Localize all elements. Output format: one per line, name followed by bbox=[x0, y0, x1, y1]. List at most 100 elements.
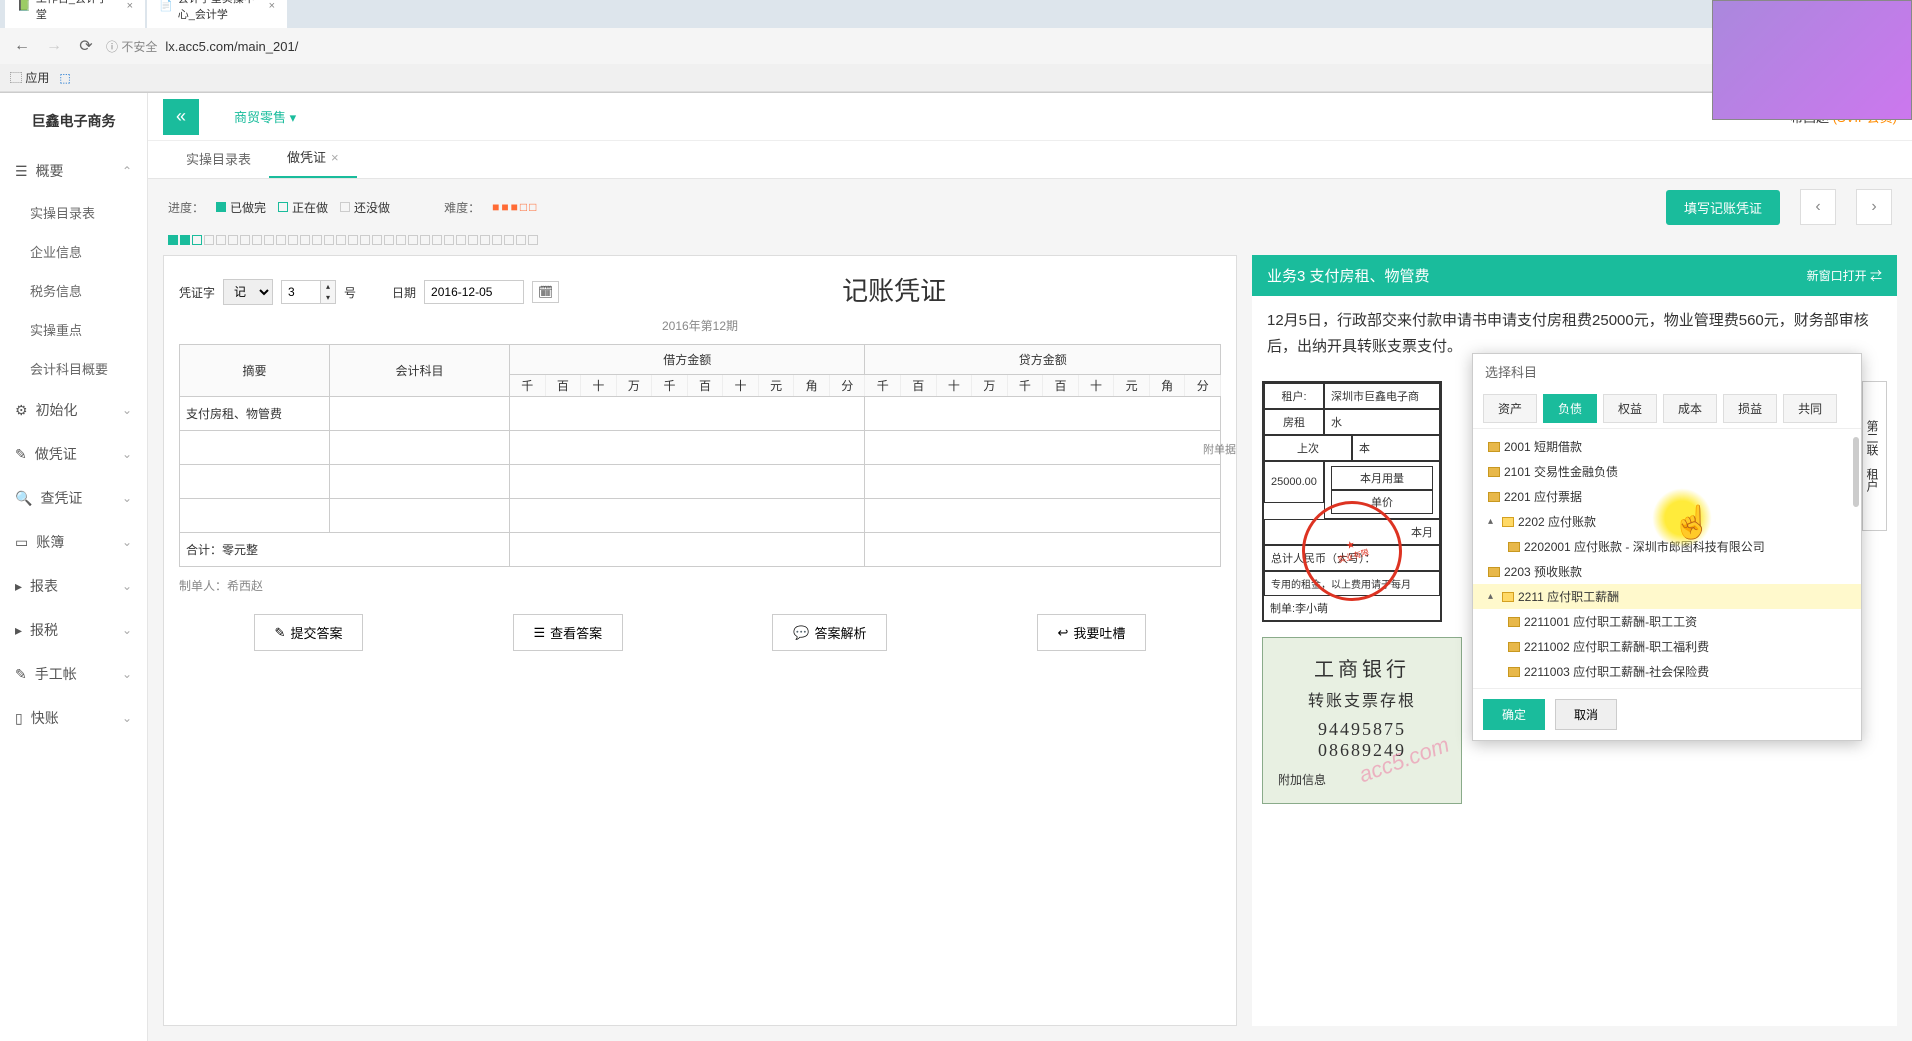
sidebar-section[interactable]: ▭账簿⌄ bbox=[0, 520, 147, 564]
tab-catalog[interactable]: 实操目录表 bbox=[168, 139, 269, 178]
tree-item[interactable]: 2201 应付票据 bbox=[1473, 484, 1861, 509]
ok-button[interactable]: 确定 bbox=[1483, 699, 1545, 730]
next-button[interactable]: › bbox=[1856, 189, 1892, 225]
summary-cell[interactable]: 支付房租、物管费 bbox=[180, 397, 330, 431]
sidebar-section[interactable]: ⚙初始化⌄ bbox=[0, 388, 147, 432]
sidebar-item[interactable]: 实操目录表 bbox=[0, 193, 147, 232]
sidebar-section[interactable]: ▸报税⌄ bbox=[0, 608, 147, 652]
spin-down[interactable]: ▾ bbox=[321, 292, 335, 303]
category-tab[interactable]: 权益 bbox=[1603, 394, 1657, 423]
back-button[interactable]: ← bbox=[10, 34, 34, 58]
forward-button[interactable]: → bbox=[42, 34, 66, 58]
reply-icon: ↩ bbox=[1058, 625, 1069, 641]
tree-item[interactable]: 2202001 应付账款 - 深圳市郎图科技有限公司 bbox=[1473, 534, 1861, 559]
app-container: 巨鑫电子商务 ☰概要⌃实操目录表企业信息税务信息实操重点会计科目概要⚙初始化⌄✎… bbox=[0, 93, 1912, 1041]
leaf-icon bbox=[1508, 617, 1520, 627]
explain-button[interactable]: 💬答案解析 bbox=[772, 614, 887, 651]
category-tab[interactable]: 成本 bbox=[1663, 394, 1717, 423]
view-answer-button[interactable]: ☰查看答案 bbox=[513, 614, 624, 651]
category-tab[interactable]: 共同 bbox=[1783, 394, 1837, 423]
sidebar-item[interactable]: 税务信息 bbox=[0, 271, 147, 310]
business-type-dropdown[interactable]: 商贸零售 ▾ bbox=[219, 99, 311, 134]
attach-label: 附单据 bbox=[1203, 441, 1236, 457]
tree-item[interactable]: 2001 短期借款 bbox=[1473, 434, 1861, 459]
collapse-sidebar-button[interactable]: « bbox=[163, 99, 199, 135]
voucher-char-select[interactable]: 记 bbox=[223, 279, 273, 305]
tree-label: 2211001 应付职工薪酬-职工工资 bbox=[1524, 613, 1697, 630]
sidebar-item[interactable]: 企业信息 bbox=[0, 232, 147, 271]
tree-item[interactable]: 2211004 应付职工薪酬-住房公积金 bbox=[1473, 684, 1861, 688]
table-row[interactable]: 支付房租、物管费 bbox=[180, 397, 1221, 431]
sidebar-section[interactable]: ▸报表⌄ bbox=[0, 564, 147, 608]
reload-button[interactable]: ⟳ bbox=[74, 34, 98, 58]
submit-button[interactable]: ✎提交答案 bbox=[254, 614, 364, 651]
sidebar-section[interactable]: ▯快账⌄ bbox=[0, 696, 147, 740]
sidebar-section[interactable]: ☰概要⌃ bbox=[0, 149, 147, 193]
bookmark-bar: ⬚ 应用 ⬚ bbox=[0, 64, 1912, 92]
tree-item[interactable]: 2211002 应付职工薪酬-职工福利费 bbox=[1473, 634, 1861, 659]
scrollbar[interactable] bbox=[1853, 437, 1859, 507]
category-tab[interactable]: 损益 bbox=[1723, 394, 1777, 423]
section-icon: 🔍 bbox=[15, 490, 32, 507]
subject-tree: 2001 短期借款2101 交易性金融负债 2201 应付票据 ▴2202 应付账款… bbox=[1473, 428, 1861, 688]
close-icon[interactable]: × bbox=[269, 0, 275, 12]
table-row[interactable] bbox=[180, 499, 1221, 533]
main-area: « 商贸零售 ▾ 希西赵 (SVIP会员) 实操目录表 做凭证× 进度： 已做完… bbox=[148, 93, 1912, 1041]
digit-header: 千 bbox=[1007, 375, 1043, 397]
browser-tab-1[interactable]: 📗 工作台_会计学堂 × bbox=[5, 0, 145, 28]
leaf-icon bbox=[1508, 542, 1520, 552]
chevron-icon: ⌄ bbox=[122, 403, 132, 417]
leaf-icon bbox=[1488, 442, 1500, 452]
section-label: 快账 bbox=[31, 708, 59, 728]
prev-button[interactable]: ‹ bbox=[1800, 189, 1836, 225]
tab-title: 工作台_会计学堂 bbox=[36, 0, 119, 22]
digit-header: 元 bbox=[758, 375, 794, 397]
table-row[interactable] bbox=[180, 431, 1221, 465]
cancel-button[interactable]: 取消 bbox=[1555, 699, 1617, 730]
feedback-button[interactable]: ↩我要吐槽 bbox=[1037, 614, 1147, 651]
section-icon: ▸ bbox=[15, 578, 22, 595]
spin-up[interactable]: ▴ bbox=[321, 281, 335, 292]
sidebar-brand: 巨鑫电子商务 bbox=[0, 93, 147, 149]
calendar-icon[interactable]: 🗓 bbox=[532, 281, 559, 303]
instructor-video bbox=[1712, 0, 1912, 120]
section-icon: ▯ bbox=[15, 710, 23, 727]
subject-cell[interactable] bbox=[330, 397, 510, 431]
tree-item[interactable]: 2101 交易性金融负债 bbox=[1473, 459, 1861, 484]
tree-item[interactable]: 2211003 应付职工薪酬-社会保险费 bbox=[1473, 659, 1861, 684]
sidebar-item[interactable]: 会计科目概要 bbox=[0, 349, 147, 388]
close-icon[interactable]: × bbox=[127, 0, 133, 12]
popup-title: 选择科目 bbox=[1473, 354, 1861, 389]
comment-icon: 💬 bbox=[793, 625, 809, 641]
tree-item[interactable]: 2211001 应付职工薪酬-职工工资 bbox=[1473, 609, 1861, 634]
digit-header: 千 bbox=[865, 375, 901, 397]
tree-item[interactable]: ▴ 2211 应付职工薪酬 bbox=[1473, 584, 1861, 609]
category-tab[interactable]: 资产 bbox=[1483, 394, 1537, 423]
tab-voucher[interactable]: 做凭证× bbox=[269, 137, 357, 178]
voucher-number-input[interactable] bbox=[281, 280, 321, 304]
caret-icon: ▴ bbox=[1488, 591, 1498, 602]
sidebar-item[interactable]: 实操重点 bbox=[0, 310, 147, 349]
digit-header: 千 bbox=[652, 375, 688, 397]
bookmark-item[interactable]: ⬚ bbox=[59, 71, 70, 85]
tree-label: 2211 应付职工薪酬 bbox=[1518, 588, 1619, 605]
browser-tab-2[interactable]: 📄 会计学堂实操中心_会计学 × bbox=[147, 0, 287, 28]
tree-label: 2201 应付票据 bbox=[1504, 488, 1582, 505]
chevron-icon: ⌄ bbox=[122, 491, 132, 505]
close-icon[interactable]: × bbox=[331, 150, 339, 165]
col-credit: 贷方金额 bbox=[865, 345, 1221, 375]
sidebar-section[interactable]: ✎手工帐⌄ bbox=[0, 652, 147, 696]
tree-item[interactable]: 2203 预收账款 bbox=[1473, 559, 1861, 584]
category-tab[interactable]: 负债 bbox=[1543, 394, 1597, 423]
url-box[interactable]: ⓘ 不安全 lx.acc5.com/main_201/ bbox=[106, 38, 1902, 55]
fill-voucher-button[interactable]: 填写记账凭证 bbox=[1666, 190, 1780, 225]
sidebar-section[interactable]: 🔍 查凭证 ⌄ bbox=[0, 476, 147, 520]
tree-item[interactable]: ▴2202 应付账款 bbox=[1473, 509, 1861, 534]
chevron-icon: ⌄ bbox=[122, 623, 132, 637]
apps-shortcut[interactable]: ⬚ 应用 bbox=[10, 69, 49, 86]
sidebar-section[interactable]: ✎做凭证⌄ bbox=[0, 432, 147, 476]
voucher-date-input[interactable] bbox=[424, 280, 524, 304]
section-label: 查凭证 bbox=[40, 488, 82, 508]
open-new-window-button[interactable]: 新窗口打开 ⇄ bbox=[1807, 267, 1882, 284]
table-row[interactable] bbox=[180, 465, 1221, 499]
